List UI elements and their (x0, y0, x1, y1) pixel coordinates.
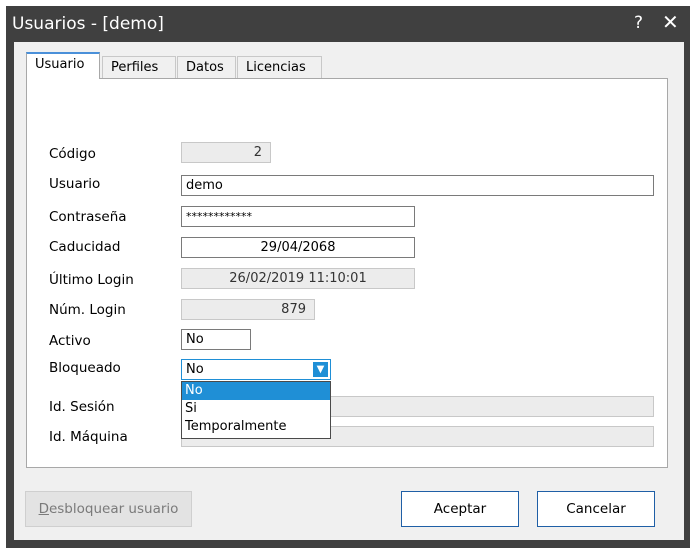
desbloquear-usuario-button[interactable]: Desbloquear usuario (25, 491, 192, 527)
tab-perfiles[interactable]: Perfiles (102, 56, 176, 78)
help-icon[interactable]: ? (634, 13, 643, 33)
close-icon[interactable]: ✕ (662, 10, 679, 34)
ultimo-login-field: 26/02/2019 11:10:01 (181, 268, 415, 289)
contrasena-label: Contraseña (49, 209, 127, 225)
bloqueado-combo[interactable]: No ▼ (181, 359, 331, 380)
dropdown-option-temporalmente[interactable]: Temporalmente (182, 418, 330, 436)
num-login-field: 879 (181, 299, 315, 320)
codigo-label: Código (49, 146, 96, 162)
aceptar-button[interactable]: Aceptar (401, 491, 519, 527)
chevron-down-icon[interactable]: ▼ (313, 362, 328, 377)
caducidad-label: Caducidad (49, 239, 121, 255)
id-maquina-label: Id. Máquina (49, 429, 128, 445)
bloqueado-dropdown-list: No Si Temporalmente (181, 381, 331, 439)
codigo-field: 2 (181, 142, 271, 163)
usuario-label: Usuario (49, 176, 101, 192)
password-input[interactable]: ************ (181, 206, 415, 227)
dropdown-option-si[interactable]: Si (182, 400, 330, 418)
tab-datos[interactable]: Datos (177, 56, 236, 78)
caducidad-input[interactable]: 29/04/2068 (181, 237, 415, 258)
tab-licencias[interactable]: Licencias (237, 56, 322, 78)
bloqueado-label: Bloqueado (49, 360, 121, 376)
bloqueado-value: No (186, 362, 204, 377)
users-dialog: Usuarios - [demo] ? ✕ Usuario Perfiles D… (6, 6, 690, 548)
window-title: Usuarios - [demo] (12, 14, 164, 34)
desbloquear-accel: D (38, 501, 49, 517)
cancelar-button[interactable]: Cancelar (537, 491, 655, 527)
num-login-label: Núm. Login (49, 302, 126, 318)
usuario-tab-panel: Código 2 Usuario demo Contraseña *******… (26, 78, 668, 468)
ultimo-login-label: Último Login (49, 272, 134, 288)
title-bar[interactable]: Usuarios - [demo] ? ✕ (6, 6, 690, 42)
activo-label: Activo (49, 333, 91, 349)
dropdown-option-no[interactable]: No (182, 382, 330, 400)
id-sesion-label: Id. Sesión (49, 399, 115, 415)
dialog-client-area: Usuario Perfiles Datos Licencias Código … (14, 42, 684, 540)
desbloquear-label: esbloquear usuario (48, 501, 179, 517)
usuario-input[interactable]: demo (181, 175, 654, 196)
activo-field[interactable]: No (181, 329, 251, 350)
tab-usuario[interactable]: Usuario (26, 52, 100, 79)
